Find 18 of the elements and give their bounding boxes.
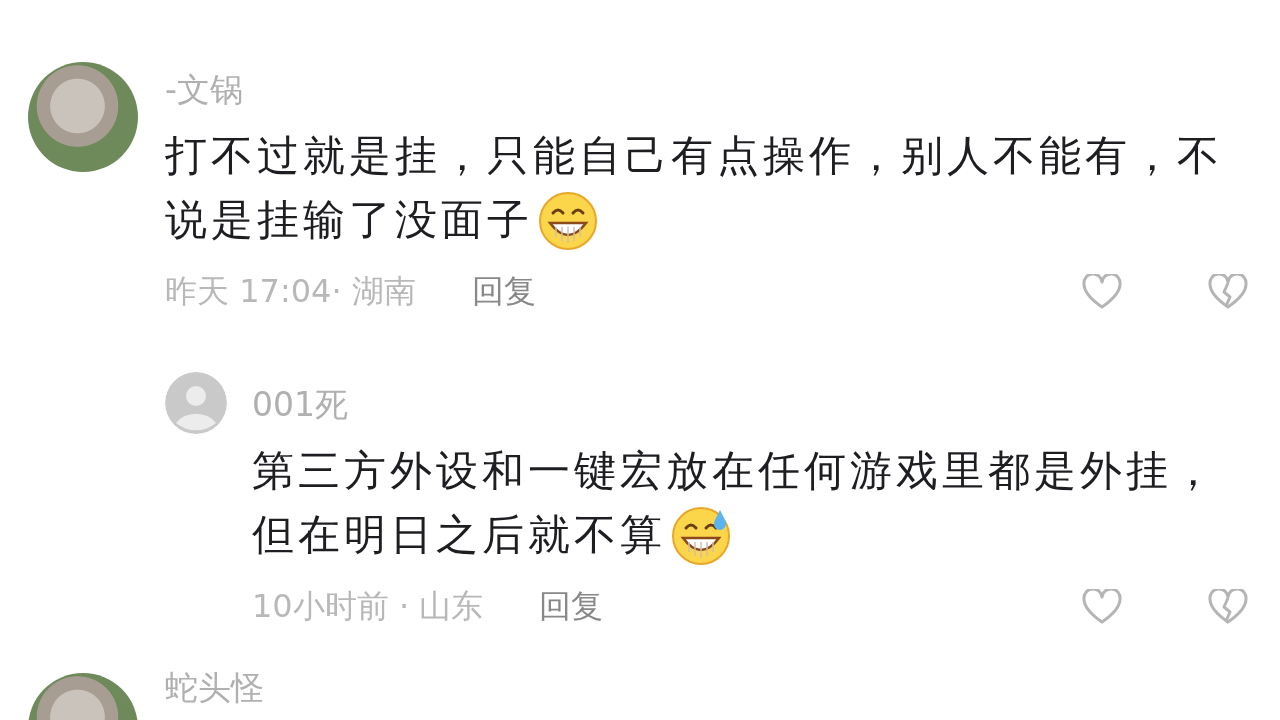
broken-heart-icon[interactable] <box>1208 589 1248 625</box>
reply-link[interactable]: 回复 <box>539 585 604 629</box>
grinning-face-icon <box>537 189 599 251</box>
timestamp-location: 昨天 17:04· 湖南 <box>165 271 416 312</box>
grinning-sweat-face-icon <box>670 504 732 566</box>
username[interactable]: -文锅 <box>165 70 1248 110</box>
username[interactable]: 蛇头怪 <box>165 673 1248 703</box>
comment-text-line: 但在明日之后就不算 <box>252 509 666 561</box>
heart-icon[interactable] <box>1082 274 1122 310</box>
comment-text-line: 第三方外设和一键宏放在任何游戏里都是外挂， <box>252 445 1218 497</box>
timestamp-location: 10小时前 · 山东 <box>252 586 484 627</box>
comment-text-line: 打不过就是挂，只能自己有点操作，别人不能有，不 <box>165 130 1223 182</box>
username[interactable]: 001死 <box>252 385 1248 425</box>
heart-icon[interactable] <box>1082 589 1122 625</box>
broken-heart-icon[interactable] <box>1208 274 1248 310</box>
reply-link[interactable]: 回复 <box>471 270 536 314</box>
default-avatar-icon[interactable] <box>165 372 227 434</box>
comment-text-line: 说是挂输了没面子 <box>165 194 533 246</box>
